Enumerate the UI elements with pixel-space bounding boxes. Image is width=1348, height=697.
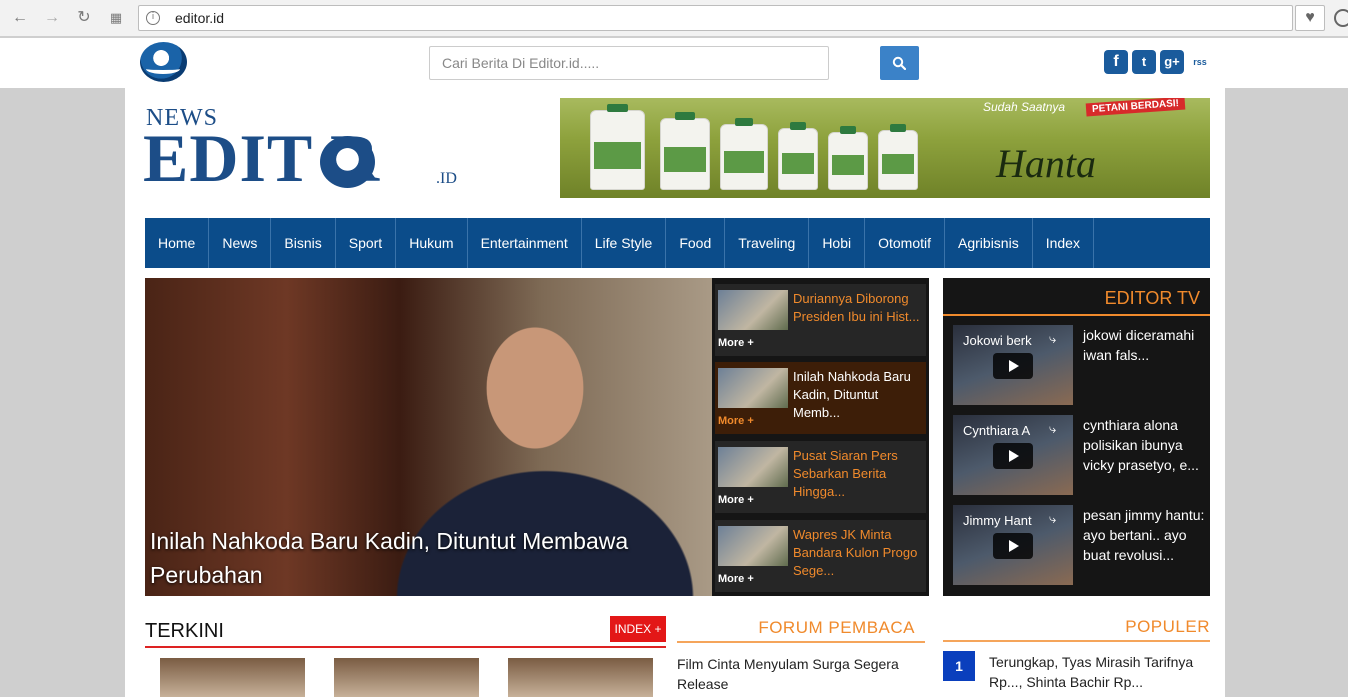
product-bottle — [590, 104, 645, 190]
news-thumbnail[interactable] — [508, 658, 653, 697]
bookmark-heart-icon[interactable]: ♥ — [1295, 5, 1325, 31]
news-thumbnail[interactable] — [718, 290, 788, 330]
nav-item-home[interactable]: Home — [145, 218, 210, 268]
banner-ad[interactable]: Sudah Saatnya PETANI BERDASI! Hanta — [560, 98, 1210, 198]
video-item[interactable]: Jimmy Hant ⤷ pesan jimmy hantu: ayo bert… — [953, 505, 1204, 585]
rss-icon[interactable]: rss — [1188, 50, 1212, 74]
populer-item[interactable]: Terungkap, Tyas Mirasih Tarifnya Rp..., … — [989, 652, 1211, 692]
nav-item-hobi[interactable]: Hobi — [809, 218, 866, 268]
product-bottle — [828, 126, 868, 190]
nav-item-agribisnis[interactable]: Agribisnis — [945, 218, 1033, 268]
nav-item-index[interactable]: Index — [1033, 218, 1094, 268]
search-input[interactable] — [429, 46, 829, 80]
forum-title: FORUM PEMBACA — [758, 618, 915, 637]
editor-tv-panel: EDITOR TV Jokowi berk ⤷ jokowi diceramah… — [943, 278, 1210, 596]
populer-title: POPULER — [1125, 617, 1210, 636]
video-thumbnail[interactable]: Jimmy Hant ⤷ — [953, 505, 1073, 585]
search-button[interactable] — [880, 46, 919, 80]
product-bottle — [720, 118, 768, 190]
list-item[interactable]: Pusat Siaran Pers Sebarkan Berita Hingga… — [715, 441, 926, 513]
banner-brand: Hanta — [996, 141, 1096, 186]
rank-badge: 1 — [943, 651, 975, 681]
editor-tv-title: EDITOR TV — [1104, 288, 1200, 308]
news-thumbnail[interactable] — [718, 447, 788, 487]
browser-toolbar: ← → ↻ ▦ i editor.id ♥ — [0, 0, 1348, 37]
reload-icon[interactable]: ↻ — [74, 8, 94, 28]
index-button[interactable]: INDEX + — [610, 616, 666, 642]
headline-image[interactable]: Inilah Nahkoda Baru Kadin, Dituntut Memb… — [145, 278, 712, 596]
nav-item-traveling[interactable]: Traveling — [725, 218, 810, 268]
more-link[interactable]: More + — [718, 337, 754, 349]
forum-item[interactable]: Film Cinta Menyulam Surga Segera Release — [677, 654, 917, 694]
nav-item-news[interactable]: News — [209, 218, 272, 268]
banner-ribbon: PETANI BERDASI! — [1085, 98, 1186, 117]
twitter-icon[interactable]: t — [1132, 50, 1156, 74]
masthead-globe-icon — [320, 136, 375, 188]
more-link[interactable]: More + — [718, 415, 754, 427]
address-url: editor.id — [175, 10, 225, 26]
nav-item-sport[interactable]: Sport — [336, 218, 397, 268]
main-nav: Home News Bisnis Sport Hukum Entertainme… — [145, 218, 1210, 268]
news-thumbnail[interactable] — [718, 368, 788, 408]
divider — [677, 641, 925, 643]
product-bottle — [778, 122, 818, 190]
forward-arrow-icon[interactable]: → — [42, 8, 62, 28]
back-arrow-icon[interactable]: ← — [10, 8, 30, 28]
nav-item-bisnis[interactable]: Bisnis — [271, 218, 336, 268]
facebook-icon[interactable]: f — [1104, 50, 1128, 74]
nav-item-entertainment[interactable]: Entertainment — [468, 218, 582, 268]
product-bottle — [878, 124, 918, 190]
video-item[interactable]: Cynthiara A ⤷ cynthiara alona polisikan … — [953, 415, 1203, 495]
headline-side-list: Duriannya Diborong Presiden Ibu ini Hist… — [712, 278, 929, 596]
play-icon[interactable] — [993, 533, 1033, 559]
play-icon[interactable] — [993, 443, 1033, 469]
site-topbar: f t g+ rss — [0, 38, 1348, 88]
terkini-title: TERKINI — [145, 620, 224, 642]
share-icon[interactable]: ⤷ — [1049, 511, 1056, 527]
divider — [943, 640, 1210, 642]
more-link[interactable]: More + — [718, 573, 754, 585]
news-thumbnail[interactable] — [718, 526, 788, 566]
nav-item-food[interactable]: Food — [666, 218, 726, 268]
list-item[interactable]: Wapres JK Minta Bandara Kulon Progo Sege… — [715, 520, 926, 592]
google-plus-icon[interactable]: g+ — [1160, 50, 1184, 74]
more-link[interactable]: More + — [718, 494, 754, 506]
share-icon[interactable]: ⤷ — [1049, 421, 1056, 437]
list-item[interactable]: Duriannya Diborong Presiden Ibu ini Hist… — [715, 284, 926, 356]
search-icon — [892, 56, 906, 70]
site-logo-icon[interactable] — [140, 42, 187, 82]
news-thumbnail[interactable] — [160, 658, 305, 697]
banner-tagline: Sudah Saatnya — [983, 100, 1066, 114]
address-bar[interactable]: i editor.id — [138, 5, 1293, 31]
nav-item-hukum[interactable]: Hukum — [396, 218, 468, 268]
list-item[interactable]: Inilah Nahkoda Baru Kadin, Dituntut Memb… — [715, 362, 926, 434]
divider — [943, 314, 1210, 316]
page-container: NEWS EDIT R .ID Sudah Saatnya PETANI BER… — [125, 88, 1225, 697]
nav-item-otomotif[interactable]: Otomotif — [865, 218, 946, 268]
divider — [145, 646, 666, 648]
site-info-icon[interactable]: i — [146, 11, 160, 25]
masthead-tld: .ID — [436, 170, 457, 187]
product-bottle — [660, 112, 710, 190]
video-item[interactable]: Jokowi berk ⤷ jokowi diceramahi iwan fal… — [953, 325, 1203, 405]
play-icon[interactable] — [993, 353, 1033, 379]
headline-caption[interactable]: Inilah Nahkoda Baru Kadin, Dituntut Memb… — [150, 524, 628, 592]
profile-icon[interactable] — [1334, 9, 1348, 27]
nav-item-life-style[interactable]: Life Style — [582, 218, 667, 268]
apps-grid-icon[interactable]: ▦ — [106, 8, 126, 28]
video-thumbnail[interactable]: Jokowi berk ⤷ — [953, 325, 1073, 405]
news-thumbnail[interactable] — [334, 658, 479, 697]
video-thumbnail[interactable]: Cynthiara A ⤷ — [953, 415, 1073, 495]
share-icon[interactable]: ⤷ — [1049, 331, 1056, 347]
